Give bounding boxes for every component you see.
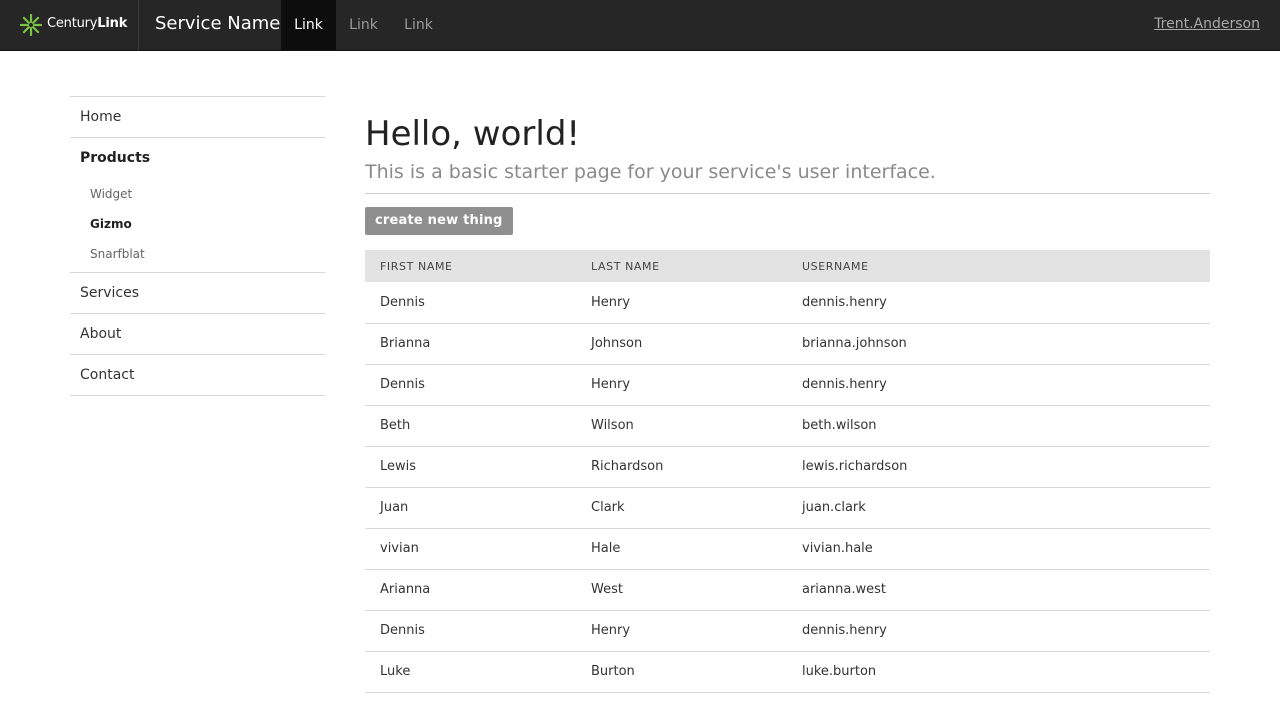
- first-name-cell: Brianna: [380, 336, 431, 351]
- table-row[interactable]: Dennis Henry dennis.henry: [365, 610, 1210, 651]
- last-name-cell: Richardson: [591, 459, 664, 474]
- table-row[interactable]: Beth Wilson beth.wilson: [365, 405, 1210, 446]
- first-name-cell: Beth: [380, 418, 411, 433]
- first-name-cell: Dennis: [380, 377, 425, 392]
- table-header-row: FIRST NAME LAST NAME USERNAME: [365, 250, 1210, 282]
- page-title: Hello, world!: [365, 114, 581, 154]
- user-account-link[interactable]: Trent.Anderson: [1154, 16, 1260, 32]
- first-name-cell: Dennis: [380, 294, 425, 310]
- first-name-cell: vivian: [380, 541, 419, 556]
- sidebar-group-products: Products Widget Gizmo Snarfblat: [70, 138, 325, 273]
- table-row[interactable]: vivian Hale vivian.hale: [365, 528, 1210, 569]
- brand-name-light: Century: [47, 16, 98, 31]
- table-row[interactable]: Juan Clark juan.clark: [365, 487, 1210, 528]
- username-cell: juan.clark: [802, 500, 866, 515]
- sidebar-item-services[interactable]: Services: [70, 273, 325, 314]
- username-cell: brianna.johnson: [802, 336, 907, 351]
- sidebar-subitem-widget[interactable]: Widget: [70, 179, 325, 209]
- nav-link-1[interactable]: Link: [281, 0, 336, 50]
- last-name-cell: Wilson: [591, 418, 634, 433]
- sidebar-item-about[interactable]: About: [70, 314, 325, 355]
- username-cell: lewis.richardson: [802, 459, 908, 474]
- brand-name-bold: Link: [97, 16, 128, 31]
- column-header-username[interactable]: USERNAME: [787, 250, 1210, 282]
- table-row[interactable]: Arianna West arianna.west: [365, 569, 1210, 610]
- last-name-cell: Johnson: [591, 336, 643, 351]
- username-cell: dennis.henry: [802, 294, 887, 310]
- sidebar-item-contact[interactable]: Contact: [70, 355, 325, 396]
- username-cell: dennis.henry: [802, 623, 887, 638]
- username-cell: luke.burton: [802, 664, 877, 679]
- table-row[interactable]: Lewis Richardson lewis.richardson: [365, 446, 1210, 487]
- first-name-cell: Dennis: [380, 623, 425, 638]
- username-cell: beth.wilson: [802, 418, 877, 433]
- users-table: FIRST NAME LAST NAME USERNAME Dennis Hen…: [365, 250, 1210, 693]
- table-row[interactable]: Brianna Johnson brianna.johnson: [365, 323, 1210, 364]
- username-cell: arianna.west: [802, 582, 886, 597]
- table-row[interactable]: Luke Burton luke.burton: [365, 651, 1210, 692]
- last-name-cell: Burton: [591, 664, 635, 679]
- create-new-thing-button[interactable]: create new thing: [365, 207, 513, 235]
- sidebar-subitem-gizmo[interactable]: Gizmo: [70, 209, 325, 239]
- last-name-cell: Hale: [591, 541, 621, 556]
- sidebar-nav: Home Products Widget Gizmo Snarfblat Ser…: [70, 96, 325, 396]
- brand[interactable]: CenturyLink: [0, 0, 139, 50]
- last-name-cell: Henry: [591, 623, 631, 638]
- brand-name: CenturyLink: [47, 16, 127, 31]
- service-name[interactable]: Service Name: [155, 13, 280, 34]
- sidebar-item-products[interactable]: Products: [70, 138, 325, 179]
- first-name-cell: Lewis: [380, 459, 417, 474]
- top-navbar: CenturyLink Service Name Link Link Link …: [0, 0, 1280, 51]
- main-content: Hello, world! This is a basic starter pa…: [365, 110, 1210, 693]
- sidebar-item-home[interactable]: Home: [70, 97, 325, 138]
- last-name-cell: Clark: [591, 500, 625, 515]
- divider: [365, 193, 1210, 194]
- centurylink-logo-icon: [20, 14, 42, 36]
- last-name-cell: Henry: [591, 294, 631, 310]
- last-name-cell: West: [591, 582, 623, 597]
- username-cell: vivian.hale: [802, 541, 873, 556]
- first-name-cell: Arianna: [380, 582, 431, 597]
- sidebar-subitem-snarfblat[interactable]: Snarfblat: [70, 239, 325, 269]
- page-subtitle: This is a basic starter page for your se…: [365, 161, 936, 183]
- first-name-cell: Juan: [380, 500, 409, 515]
- username-cell: dennis.henry: [802, 377, 887, 392]
- table-row[interactable]: Dennis Henry dennis.henry: [365, 364, 1210, 405]
- last-name-cell: Henry: [591, 377, 631, 392]
- column-header-first-name[interactable]: FIRST NAME: [365, 250, 576, 282]
- column-header-last-name[interactable]: LAST NAME: [576, 250, 787, 282]
- nav-link-2[interactable]: Link: [336, 0, 391, 50]
- nav-link-3[interactable]: Link: [391, 0, 446, 50]
- first-name-cell: Luke: [380, 664, 411, 679]
- table-row[interactable]: Dennis Henry dennis.henry: [365, 282, 1210, 323]
